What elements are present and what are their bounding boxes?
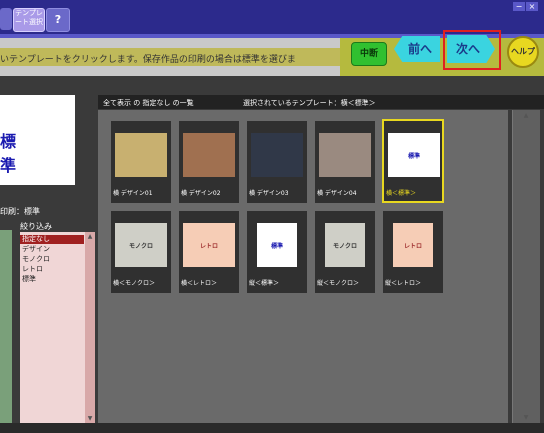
tab-template-select[interactable]: テンプレート選択 <box>13 8 45 32</box>
next-button[interactable]: 次へ <box>447 35 495 63</box>
filter-label: 絞り込み <box>20 222 52 231</box>
template-thumbnail <box>115 133 167 177</box>
filter-item-standard[interactable]: 標準 <box>20 275 84 284</box>
close-icon[interactable]: × <box>526 2 538 11</box>
template-thumbnail: レトロ <box>393 223 433 267</box>
top-tab-bar <box>0 0 544 34</box>
scroll-down-icon[interactable]: ▼ <box>85 415 95 422</box>
window-buttons: − × <box>512 2 538 11</box>
template-thumbnail <box>183 133 235 177</box>
template-thumbnail: レトロ <box>183 223 235 267</box>
scroll-up-icon[interactable]: ▲ <box>85 233 95 240</box>
tab-previous[interactable] <box>0 8 12 30</box>
filter-item-monochrome[interactable]: モノクロ <box>20 255 84 264</box>
minimize-icon[interactable]: − <box>513 2 525 11</box>
template-thumbnail: モノクロ <box>325 223 365 267</box>
interrupt-button[interactable]: 中断 <box>351 42 387 66</box>
template-name: 横 デザイン04 <box>317 190 357 197</box>
template-thumbnail <box>251 133 303 177</box>
template-card[interactable]: 横 デザイン03 <box>247 121 307 203</box>
template-name: 縦＜標準＞ <box>249 280 280 287</box>
tab-help[interactable]: ? <box>46 8 70 32</box>
template-thumbnail: 標準 <box>257 223 297 267</box>
template-card[interactable]: レトロ 縦＜レトロ＞ <box>383 211 443 293</box>
filter-item-design[interactable]: デザイン <box>20 245 84 254</box>
instruction-text: いテンプレートをクリックします。保存作品の印刷の場合は標準を選びま <box>0 55 296 65</box>
filter-item-retro[interactable]: レトロ <box>20 265 84 274</box>
scroll-down-icon[interactable]: ▼ <box>521 414 531 421</box>
template-card-selected[interactable]: 標準 横＜標準＞ <box>382 119 444 203</box>
template-thumbnail: 標準 <box>388 133 440 177</box>
filter-item-none[interactable]: 指定なし <box>20 235 84 244</box>
print-label: 印刷：標準 <box>0 207 40 216</box>
back-button[interactable]: 前へ <box>394 36 440 62</box>
template-thumbnail <box>319 133 371 177</box>
help-button[interactable]: ヘルプ <box>507 36 539 68</box>
template-name: 横＜モノクロ＞ <box>113 280 156 287</box>
template-name: 縦＜レトロ＞ <box>385 280 422 287</box>
template-thumbnail: モノクロ <box>115 223 167 267</box>
thumbnail-text: モノクロ <box>128 243 153 250</box>
template-card[interactable]: 横 デザイン01 <box>111 121 171 203</box>
template-name: 横 デザイン01 <box>113 190 153 197</box>
template-card[interactable]: モノクロ 横＜モノクロ＞ <box>111 211 171 293</box>
bottom-strip <box>0 423 544 433</box>
template-card[interactable]: 横 デザイン02 <box>179 121 239 203</box>
template-card[interactable]: 標準 縦＜標準＞ <box>247 211 307 293</box>
thumbnail-text: 標準 <box>270 243 283 250</box>
template-name: 横＜レトロ＞ <box>181 280 218 287</box>
template-card[interactable]: 横 デザイン04 <box>315 121 375 203</box>
template-card[interactable]: レトロ 横＜レトロ＞ <box>179 211 239 293</box>
template-name: 横＜標準＞ <box>386 190 417 197</box>
thumbnail-text: レトロ <box>199 243 218 250</box>
thumbnail-text: モノクロ <box>332 243 357 250</box>
main-scrollbar[interactable]: ▲ ▼ <box>512 110 540 423</box>
scroll-up-icon[interactable]: ▲ <box>521 112 531 119</box>
thumbnail-text: レトロ <box>403 243 422 250</box>
template-name: 横 デザイン03 <box>249 190 289 197</box>
list-label: 全て表示 の 指定なし の一覧 <box>103 99 194 107</box>
filter-scrollbar[interactable]: ▲ ▼ <box>85 232 95 423</box>
template-card[interactable]: モノクロ 縦＜モノクロ＞ <box>315 211 375 293</box>
template-name: 横 デザイン02 <box>181 190 221 197</box>
left-scrollbar[interactable] <box>0 230 12 423</box>
selected-template-label: 選択されているテンプレート：横＜標準＞ <box>243 99 376 107</box>
preview-text: 標準 <box>0 132 17 175</box>
thumbnail-text: 標準 <box>407 153 420 160</box>
template-name: 縦＜モノクロ＞ <box>317 280 360 287</box>
filter-list[interactable]: 指定なし デザイン モノクロ レトロ 標準 <box>20 232 85 423</box>
